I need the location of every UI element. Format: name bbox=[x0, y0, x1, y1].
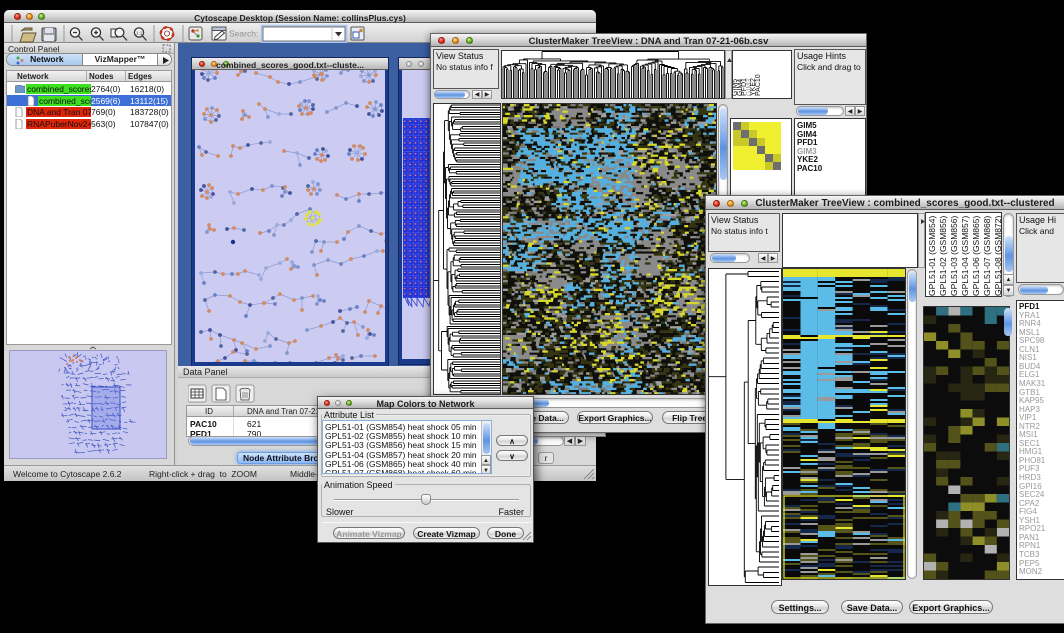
svg-text:1:1: 1:1 bbox=[136, 30, 143, 35]
svg-text:Search:: Search: bbox=[229, 28, 258, 38]
